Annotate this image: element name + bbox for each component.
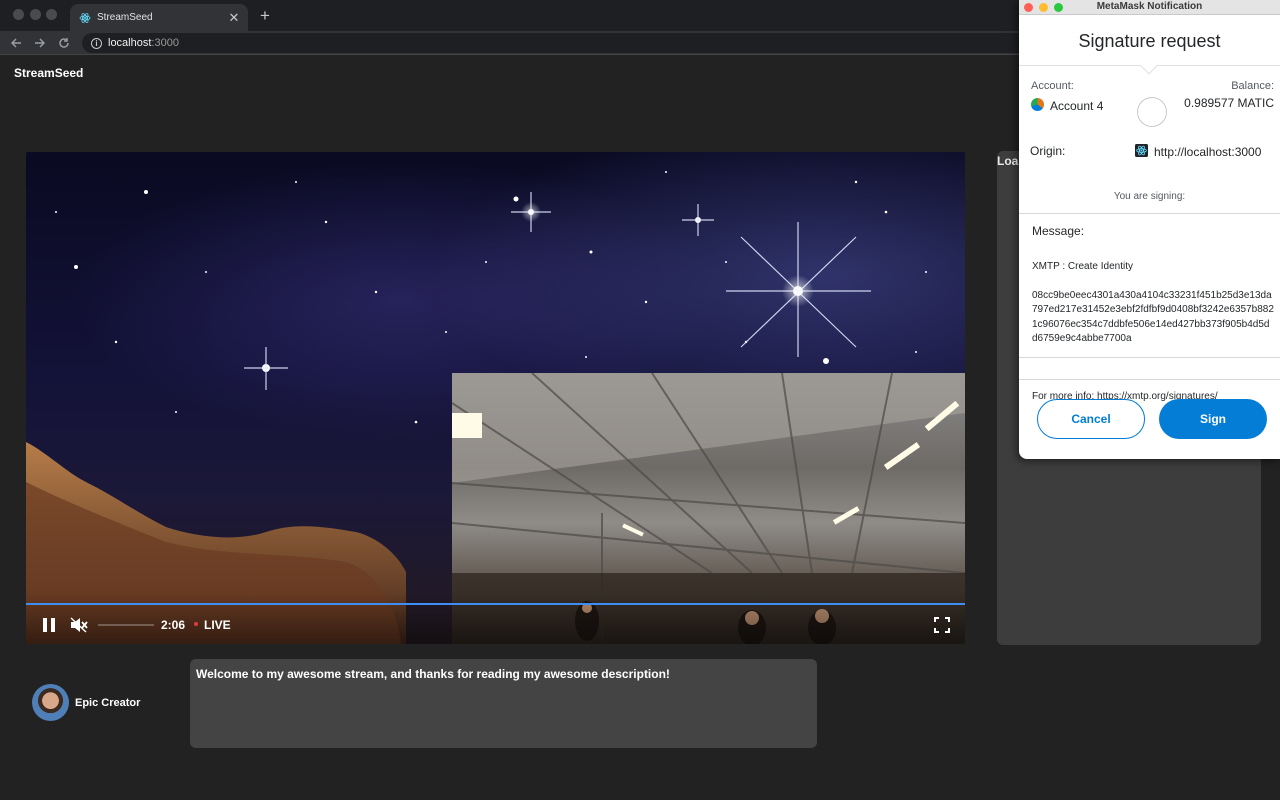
url-port: :3000 [151, 37, 179, 49]
message-body[interactable]: XMTP : Create Identity 08cc9be0eec4301a4… [1032, 245, 1274, 419]
fullscreen-icon[interactable] [933, 616, 951, 634]
divider [1019, 213, 1280, 214]
message-line-title: XMTP : Create Identity [1032, 260, 1133, 272]
progress-bar[interactable] [26, 603, 965, 605]
metamask-popup: MetaMask Notification Signature request … [1019, 0, 1280, 459]
info-icon[interactable]: i [91, 37, 102, 49]
video-player[interactable]: 2:06 LIVE [26, 152, 965, 644]
loading-text: Loa [997, 154, 1019, 168]
mute-icon[interactable] [69, 616, 89, 634]
origin-label: Origin: [1030, 144, 1066, 158]
reload-icon[interactable] [56, 35, 72, 51]
url-host: localhost [108, 37, 152, 49]
live-indicator-dot [194, 622, 198, 626]
cancel-button[interactable]: Cancel [1037, 399, 1145, 439]
live-badge[interactable]: LIVE [204, 618, 231, 632]
account-identicon-icon [1031, 98, 1044, 111]
stream-description: Welcome to my awesome stream, and thanks… [190, 659, 817, 748]
balance-label: Balance: [1231, 80, 1274, 92]
message-label: Message: [1032, 224, 1085, 238]
pause-icon[interactable] [40, 616, 58, 634]
signing-label: You are signing: [1113, 191, 1186, 202]
account-avatar-circle [1137, 97, 1167, 127]
balance-value: 0.989577 MATIC [1184, 96, 1274, 110]
signature-heading: Signature request [1078, 31, 1221, 51]
message-hex: 08cc9be0eec4301a430a4104c33231f451b25d3e… [1032, 289, 1274, 345]
origin-value: http://localhost:3000 [1154, 145, 1262, 159]
window-zoom-light[interactable] [46, 9, 57, 20]
browser-tab[interactable]: StreamSeed ✕ [70, 4, 248, 31]
header-notch [1140, 57, 1158, 75]
divider [1019, 379, 1280, 380]
volume-slider[interactable] [98, 624, 154, 626]
playback-time: 2:06 [161, 618, 186, 632]
back-arrow-icon[interactable] [8, 35, 24, 51]
react-favicon-icon [79, 12, 91, 24]
avatar[interactable] [32, 684, 69, 721]
sign-button[interactable]: Sign [1159, 399, 1267, 439]
creator-name[interactable]: Epic Creator [75, 697, 140, 709]
react-favicon-icon [1135, 144, 1148, 157]
window-minimize-light[interactable] [30, 9, 41, 20]
divider [1019, 357, 1280, 358]
plus-icon[interactable]: + [256, 6, 274, 24]
address-bar[interactable]: i localhost :3000 [82, 33, 1082, 53]
popup-window-title: MetaMask Notification [1096, 1, 1203, 12]
account-label: Account: [1031, 80, 1074, 92]
close-icon[interactable]: ✕ [226, 10, 242, 26]
forward-arrow-icon[interactable] [32, 35, 48, 51]
tab-title: StreamSeed [97, 12, 153, 23]
app-title: StreamSeed [14, 66, 84, 80]
window-close-light[interactable] [13, 9, 24, 20]
popup-titlebar: MetaMask Notification [1019, 0, 1280, 15]
account-name: Account 4 [1050, 99, 1104, 113]
